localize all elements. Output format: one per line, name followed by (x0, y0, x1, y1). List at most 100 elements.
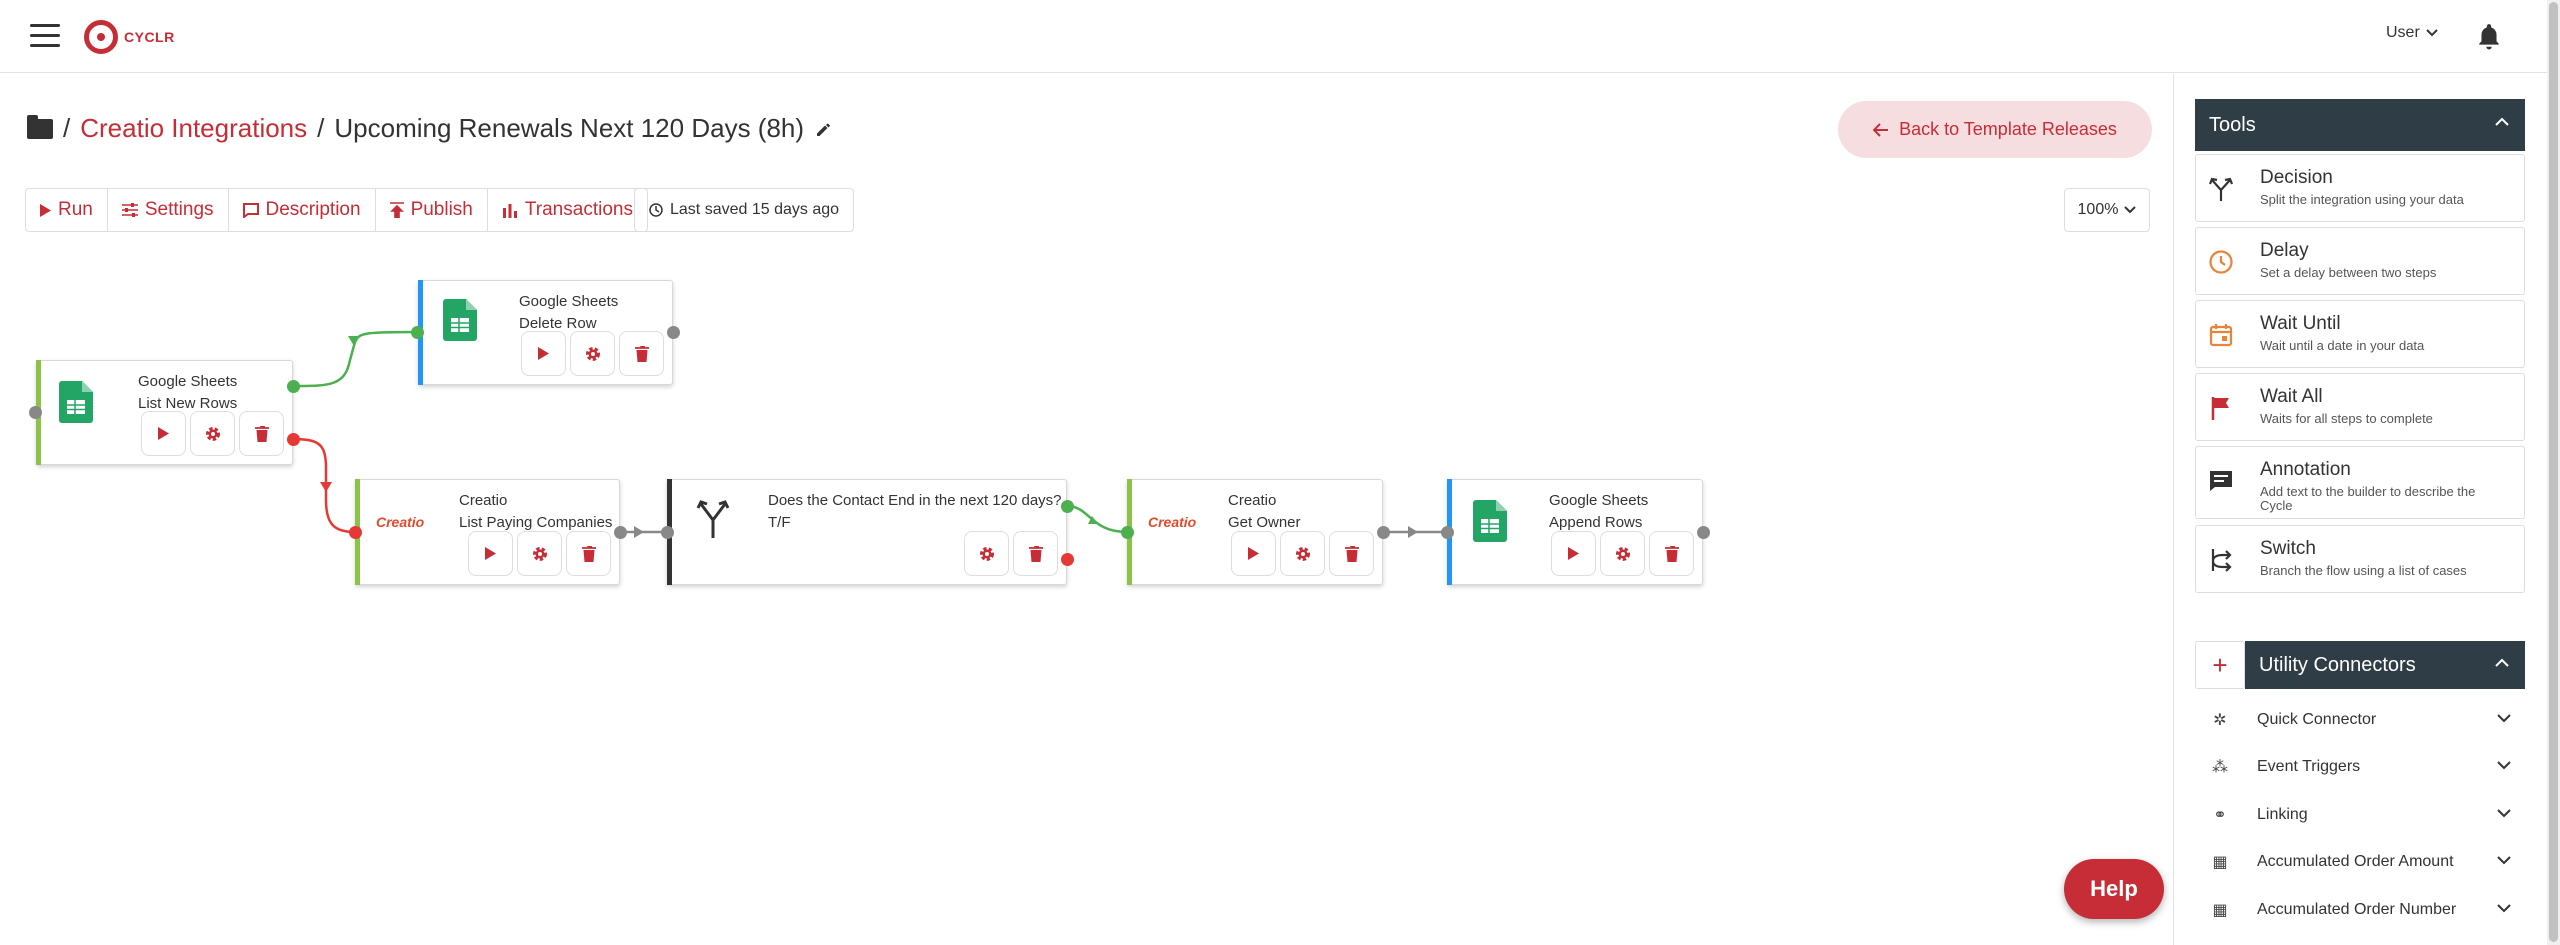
run-step-button[interactable] (468, 531, 513, 576)
step-subtitle: T/F (768, 514, 791, 531)
step-settings-button[interactable] (1600, 531, 1645, 576)
comment-icon (2210, 471, 2232, 491)
output-port[interactable] (1377, 526, 1390, 539)
step-settings-button[interactable] (517, 531, 562, 576)
run-step-button[interactable] (1551, 531, 1596, 576)
tool-description: Waits for all steps to complete (2260, 411, 2433, 426)
utility-item-accumulated-order-amount[interactable]: ▦ Accumulated Order Amount (2195, 842, 2525, 882)
settings-button[interactable]: Settings (108, 189, 229, 231)
run-button[interactable]: Run (26, 189, 108, 231)
utility-item-event-triggers[interactable]: ⁂ Event Triggers (2195, 747, 2525, 787)
tool-switch[interactable]: Switch Branch the flow using a list of c… (2195, 525, 2525, 593)
cyclr-logo[interactable]: CYCLR (84, 20, 175, 54)
comment-icon (242, 202, 259, 218)
tool-name: Decision (2260, 167, 2333, 188)
chevron-up-icon (2495, 117, 2509, 126)
breadcrumb: / Creatio Integrations / Upcoming Renewa… (27, 113, 834, 144)
run-step-button[interactable] (1231, 531, 1276, 576)
gear-icon (205, 426, 220, 441)
folder-icon[interactable] (27, 114, 53, 139)
step-creatio-get-owner[interactable]: Creatio Creatio Get Owner (1127, 479, 1383, 585)
run-step-button[interactable] (521, 331, 566, 376)
true-port[interactable] (1061, 500, 1074, 513)
step-title: Google Sheets (1549, 492, 1649, 509)
trash-icon (1664, 545, 1679, 562)
google-sheets-icon (443, 299, 477, 341)
delete-step-button[interactable] (1649, 531, 1694, 576)
utility-item-linking[interactable]: ⚭ Linking (2195, 795, 2525, 835)
step-settings-button[interactable] (570, 331, 615, 376)
output-port[interactable] (1697, 526, 1710, 539)
trash-icon (1344, 545, 1359, 562)
logo-text: CYCLR (124, 29, 175, 45)
step-settings-button[interactable] (190, 411, 235, 456)
step-settings-button[interactable] (1280, 531, 1325, 576)
bell-icon[interactable] (2476, 22, 2502, 50)
tool-description: Add text to the builder to describe the … (2260, 484, 2476, 513)
user-menu[interactable]: User (2386, 24, 2438, 42)
step-settings-button[interactable] (964, 531, 1009, 576)
tools-header[interactable]: Tools (2195, 99, 2525, 151)
last-saved-text: Last saved 15 days ago (670, 201, 840, 218)
link-icon: ⚭ (2213, 807, 2227, 824)
input-port[interactable] (411, 326, 424, 339)
input-port[interactable] (29, 406, 42, 419)
tool-delay[interactable]: Delay Set a delay between two steps (2195, 227, 2525, 295)
step-subtitle: List New Rows (138, 395, 238, 412)
input-port[interactable] (349, 526, 362, 539)
back-button-label: Back to Template Releases (1899, 119, 2117, 139)
step-creatio-list-paying-companies[interactable]: Creatio Creatio List Paying Companies (355, 479, 620, 585)
hamburger-menu-icon[interactable] (30, 24, 60, 48)
step-google-sheets-list-new-rows[interactable]: Google Sheets List New Rows (36, 360, 293, 465)
flag-icon (2211, 397, 2229, 420)
success-port[interactable] (287, 380, 300, 393)
back-to-template-releases-button[interactable]: Back to Template Releases (1838, 101, 2152, 158)
failure-port[interactable] (287, 433, 300, 446)
transactions-button[interactable]: Transactions (488, 189, 647, 231)
utility-item-quick-connector[interactable]: ✲ Quick Connector (2195, 700, 2525, 740)
step-title: Google Sheets (138, 373, 238, 390)
delete-step-button[interactable] (619, 331, 664, 376)
delete-step-button[interactable] (1013, 531, 1058, 576)
tool-decision[interactable]: Decision Split the integration using you… (2195, 154, 2525, 222)
builder-canvas[interactable]: Google Sheets List New Rows Google Sheet… (0, 250, 2170, 945)
page-scrollbar-thumb[interactable] (2549, 2, 2558, 942)
utility-connectors-header[interactable]: Utility Connectors (2245, 641, 2525, 689)
tool-name: Wait Until (2260, 313, 2341, 334)
step-title: Google Sheets (519, 293, 619, 310)
input-port[interactable] (1441, 526, 1454, 539)
chevron-down-icon (2497, 761, 2511, 770)
settings-label: Settings (144, 199, 214, 220)
tool-annotation[interactable]: Annotation Add text to the builder to de… (2195, 446, 2525, 519)
input-port[interactable] (1121, 526, 1134, 539)
step-google-sheets-delete-row[interactable]: Google Sheets Delete Row (418, 280, 673, 385)
breadcrumb-link[interactable]: Creatio Integrations (80, 113, 307, 144)
last-saved-status: Last saved 15 days ago (634, 188, 855, 232)
tool-wait-all[interactable]: Wait All Waits for all steps to complete (2195, 373, 2525, 441)
help-button[interactable]: Help (2064, 859, 2164, 919)
gear-icon (532, 546, 547, 561)
input-port[interactable] (661, 526, 674, 539)
delete-step-button[interactable] (566, 531, 611, 576)
switch-icon (2211, 549, 2232, 572)
pencil-icon[interactable] (814, 119, 834, 139)
utility-item-label: Linking (2257, 806, 2308, 823)
zoom-select[interactable]: 100% (2064, 188, 2150, 232)
false-port[interactable] (1061, 553, 1074, 566)
tool-wait-until[interactable]: Wait Until Wait until a date in your dat… (2195, 300, 2525, 368)
output-port[interactable] (614, 526, 627, 539)
description-button[interactable]: Description (229, 189, 376, 231)
play-icon (485, 547, 496, 560)
step-google-sheets-append-rows[interactable]: Google Sheets Append Rows (1447, 479, 1703, 585)
run-step-button[interactable] (141, 411, 186, 456)
utility-item-label: Accumulated Order Amount (2257, 853, 2454, 870)
play-icon (538, 347, 549, 360)
tool-description: Set a delay between two steps (2260, 265, 2437, 280)
add-utility-connector-button[interactable]: + (2195, 641, 2245, 689)
delete-step-button[interactable] (239, 411, 284, 456)
output-port[interactable] (667, 326, 680, 339)
delete-step-button[interactable] (1329, 531, 1374, 576)
step-decision-contact-end[interactable]: Does the Contact End in the next 120 day… (667, 479, 1067, 585)
publish-button[interactable]: Publish (376, 189, 488, 231)
utility-item-accumulated-order-number[interactable]: ▦ Accumulated Order Number (2195, 890, 2525, 930)
